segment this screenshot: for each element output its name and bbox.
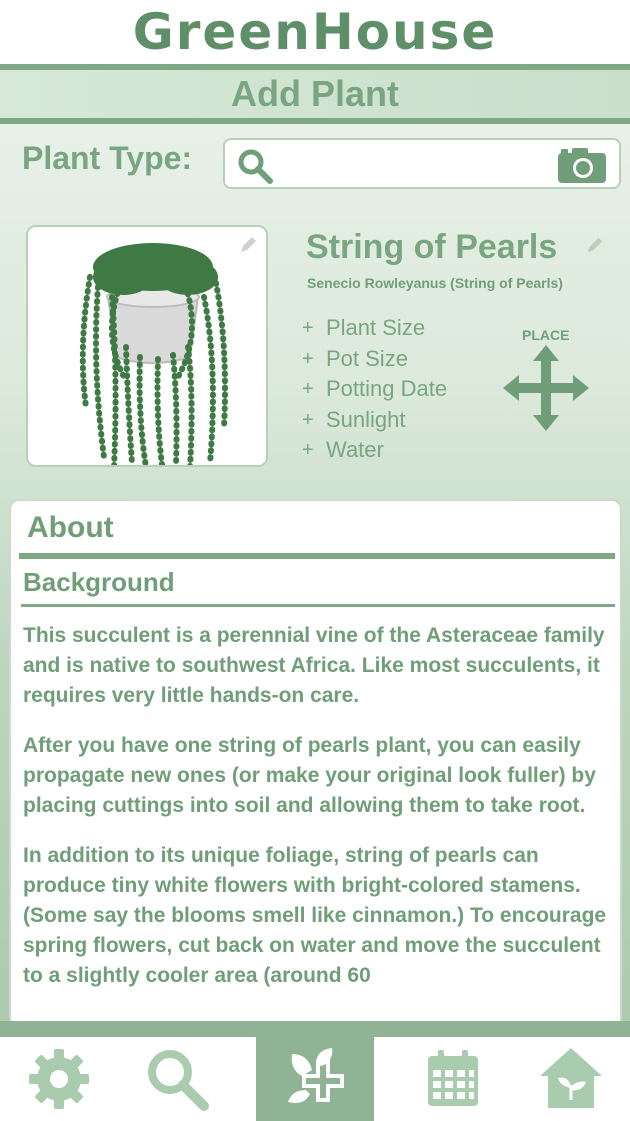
background-text: This succulent is a perennial vine of th…	[23, 621, 619, 1011]
search-icon[interactable]	[235, 146, 275, 186]
page-title: Add Plant	[231, 73, 399, 114]
about-heading: About	[27, 511, 114, 544]
app-logo: GreenHouse	[132, 3, 498, 61]
bottom-nav	[0, 1021, 630, 1121]
property-pot-size[interactable]: + Pot Size	[302, 344, 447, 375]
divider	[19, 553, 615, 559]
property-water[interactable]: + Water	[302, 435, 447, 466]
camera-icon[interactable]	[557, 146, 607, 184]
gear-icon	[29, 1049, 89, 1109]
paragraph: In addition to its unique foliage, strin…	[23, 844, 607, 987]
nav-search[interactable]	[118, 1037, 236, 1121]
plus-icon: +	[302, 439, 314, 462]
plant-properties-list: + Plant Size + Pot Size + Potting Date + Sun…	[302, 313, 447, 466]
plus-icon: +	[302, 378, 314, 401]
page-title-band: Add Plant	[0, 64, 630, 124]
plus-icon: +	[302, 347, 314, 370]
plant-type-search[interactable]	[223, 138, 621, 189]
nav-home[interactable]	[512, 1037, 630, 1121]
plant-photo-card[interactable]	[26, 225, 268, 467]
property-potting-date[interactable]: + Potting Date	[302, 374, 447, 405]
property-label: Pot Size	[326, 345, 408, 371]
plant-plus-icon	[288, 1048, 344, 1103]
plant-name: String of Pearls	[306, 228, 558, 266]
plant-type-input[interactable]	[279, 146, 549, 182]
paragraph: After you have one string of pearls plan…	[23, 734, 596, 817]
property-plant-size[interactable]: + Plant Size	[302, 313, 447, 344]
background-heading: Background	[23, 567, 175, 597]
calendar-icon	[428, 1050, 478, 1106]
property-label: Plant Size	[326, 315, 426, 341]
property-label: Sunlight	[326, 406, 406, 432]
place-label: PLACE	[522, 327, 570, 343]
property-label: Potting Date	[326, 376, 448, 402]
divider	[21, 604, 615, 607]
plus-icon: +	[302, 408, 314, 431]
nav-settings[interactable]	[0, 1037, 118, 1121]
edit-name-icon[interactable]	[586, 236, 604, 254]
plant-scientific-name: Senecio Rowleyanus (String of Pearls)	[307, 275, 563, 291]
paragraph: This succulent is a perennial vine of th…	[23, 624, 605, 707]
plant-type-label: Plant Type:	[22, 140, 193, 176]
search-icon	[148, 1050, 209, 1111]
nav-add-plant[interactable]	[256, 1037, 374, 1121]
property-sunlight[interactable]: + Sunlight	[302, 405, 447, 436]
plus-icon: +	[302, 317, 314, 340]
nav-calendar[interactable]	[394, 1037, 512, 1121]
property-label: Water	[326, 437, 384, 463]
about-panel[interactable]: About Background This succulent is a per…	[9, 499, 622, 1039]
home-icon	[540, 1048, 602, 1108]
plant-photo	[28, 227, 266, 465]
move-arrows-icon[interactable]	[503, 345, 589, 431]
app-header: GreenHouse	[0, 0, 630, 64]
edit-photo-icon[interactable]	[238, 235, 258, 255]
